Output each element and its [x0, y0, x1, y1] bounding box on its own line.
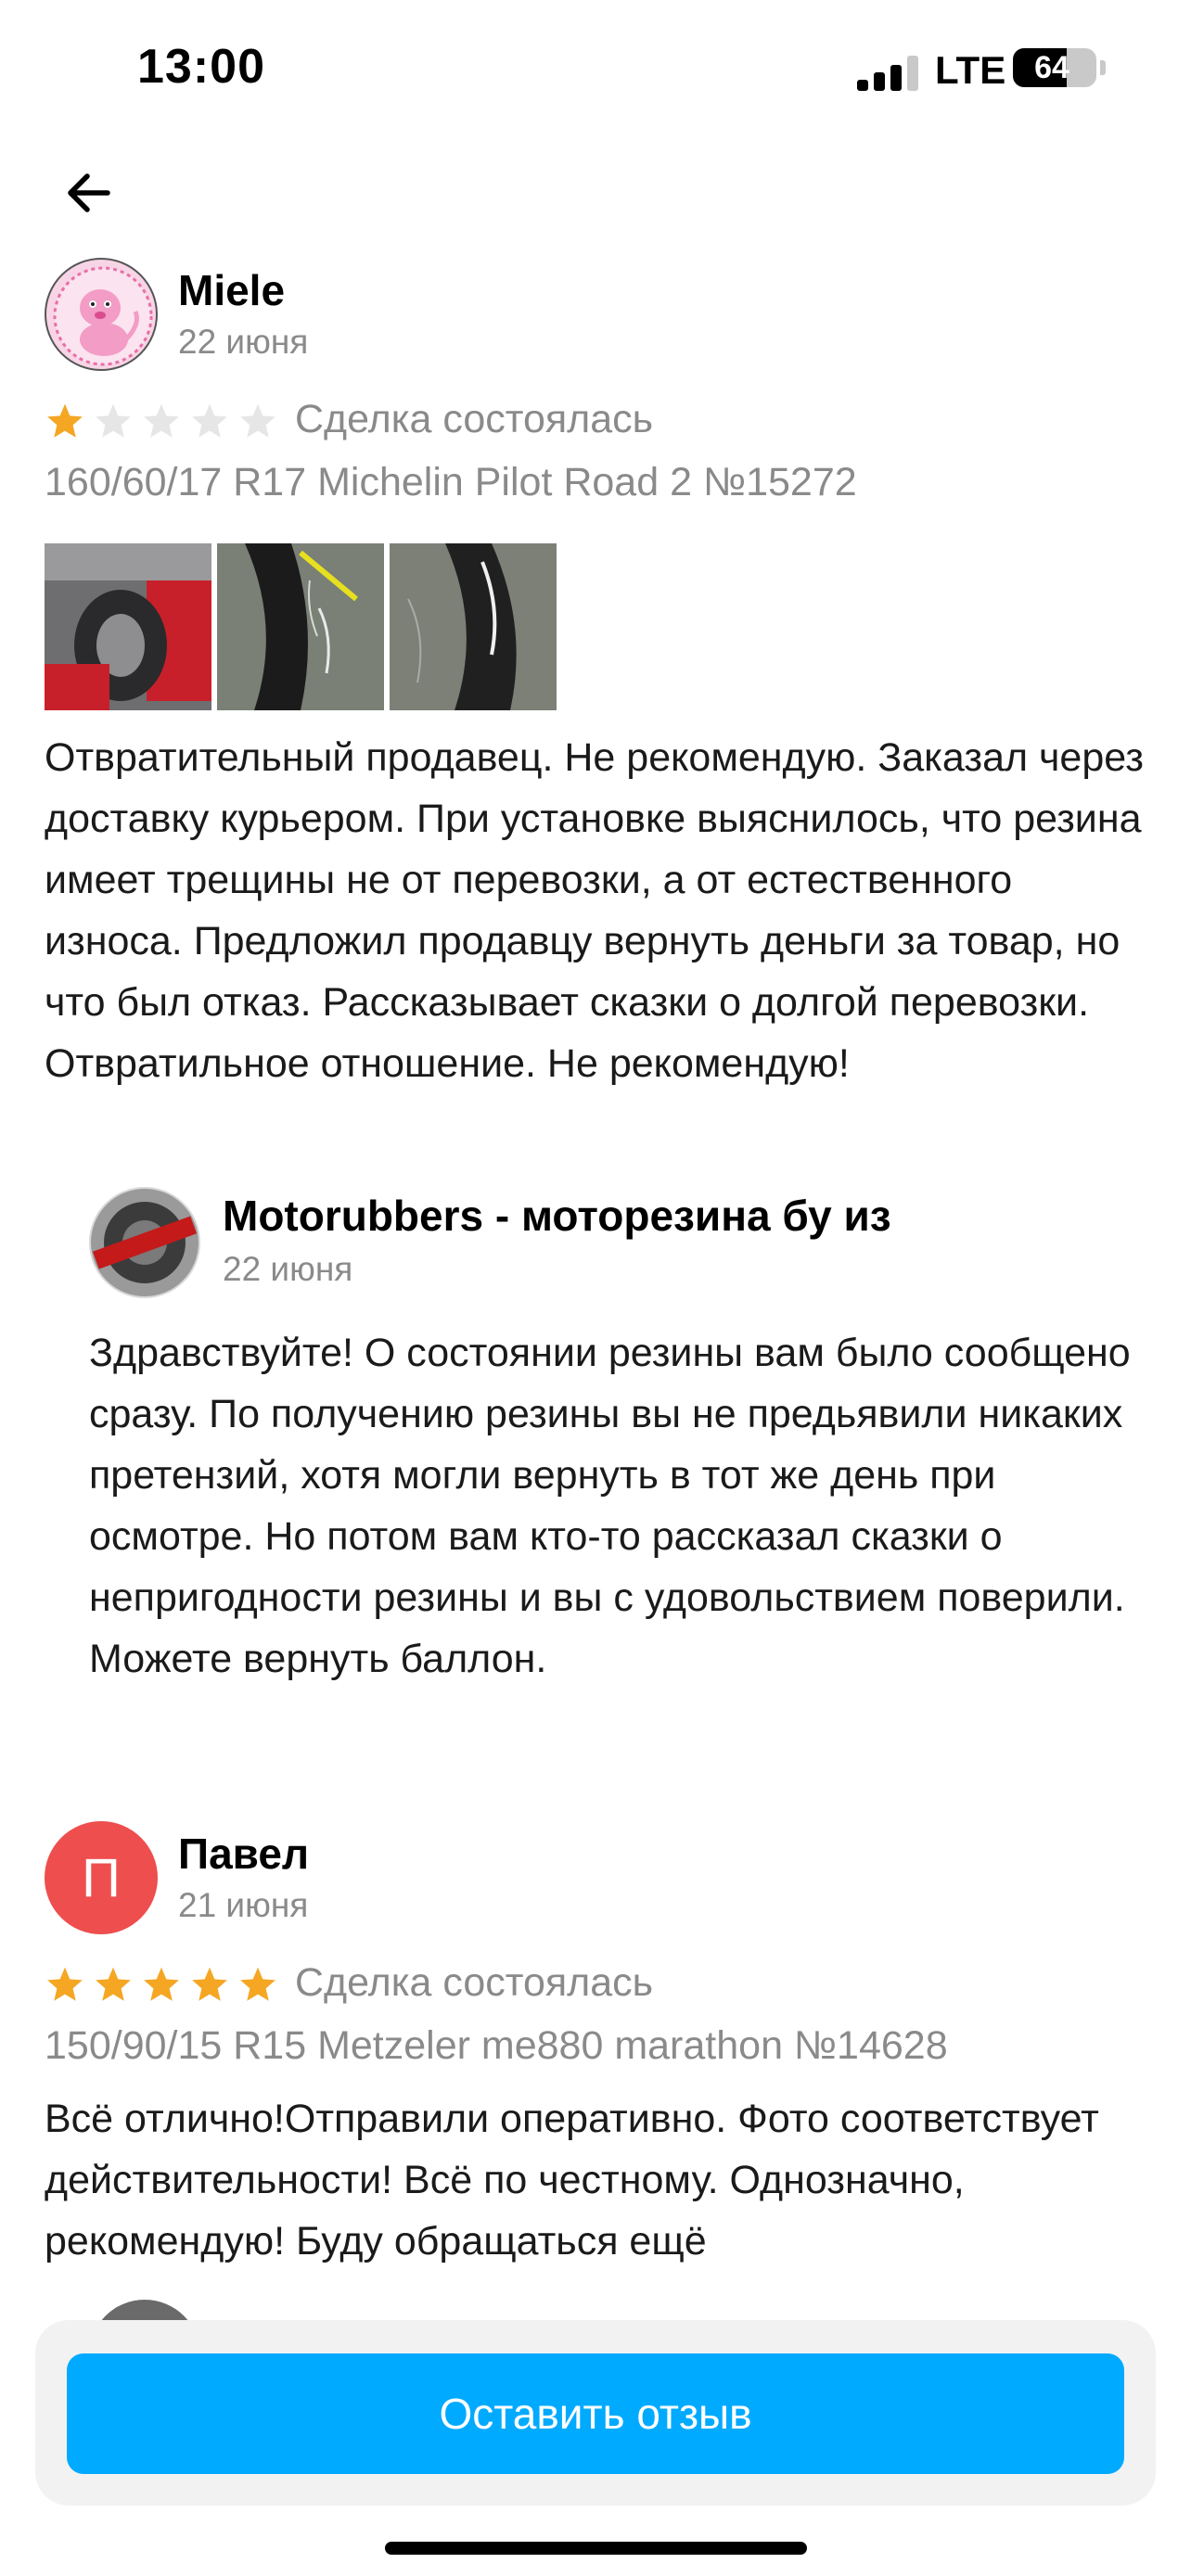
signal-icon	[857, 54, 920, 91]
review-date: 21 июня	[178, 1886, 309, 1924]
product-title: 150/90/15 R15 Metzeler me880 marathon №1…	[45, 2023, 948, 2068]
star-filled-icon	[47, 403, 83, 438]
star-filled-icon	[240, 1967, 275, 2001]
network-label: LTE	[935, 48, 1006, 92]
avatar[interactable]	[45, 258, 158, 371]
battery-icon: 64	[1013, 48, 1096, 87]
star-filled-icon	[47, 1967, 83, 2001]
review-text: Отвратительный продавец. Не рекомендую. …	[45, 735, 1144, 1086]
battery-cap	[1100, 60, 1106, 75]
star-filled-icon	[144, 1967, 179, 2001]
reply-date: 22 июня	[223, 1250, 353, 1288]
battery-level: 64	[1034, 50, 1069, 85]
author-name[interactable]: Miele	[178, 265, 285, 315]
star-empty-icon	[144, 403, 179, 438]
star-empty-icon	[240, 403, 275, 438]
status-bar: 13:00 LTE 64	[0, 0, 1191, 139]
review-date: 22 июня	[178, 323, 309, 361]
star-empty-icon	[192, 403, 227, 438]
seller-name[interactable]: Motorubbers - моторезина бу из	[223, 1191, 891, 1241]
star-filled-icon	[192, 1967, 227, 2001]
status-time: 13:00	[137, 40, 265, 94]
seller-avatar[interactable]	[89, 1187, 200, 1298]
author-name[interactable]: Павел	[178, 1829, 309, 1879]
review-photo[interactable]	[217, 543, 384, 710]
reply-text: Здравствуйте! О состоянии резины вам был…	[89, 1331, 1131, 1681]
deal-status: Сделка состоялась	[295, 1960, 654, 2005]
home-indicator[interactable]	[385, 2542, 807, 2555]
avatar[interactable]: П	[45, 1821, 158, 1934]
back-button[interactable]	[45, 148, 134, 237]
rating-stars	[45, 1964, 278, 2005]
arrow-left-icon	[68, 173, 110, 212]
review-photo[interactable]	[390, 543, 557, 710]
leave-review-button[interactable]: Оставить отзыв	[67, 2353, 1124, 2474]
deal-status: Сделка состоялась	[295, 397, 654, 441]
avatar-letter: П	[82, 1847, 121, 1908]
rating-stars	[45, 401, 278, 441]
product-title: 160/60/17 R17 Michelin Pilot Road 2 №152…	[45, 460, 857, 504]
star-empty-icon	[96, 403, 131, 438]
star-filled-icon	[96, 1967, 131, 2001]
review-text: Всё отлично!Отправили оперативно. Фото с…	[45, 2097, 1099, 2264]
review-photo[interactable]	[45, 543, 211, 710]
